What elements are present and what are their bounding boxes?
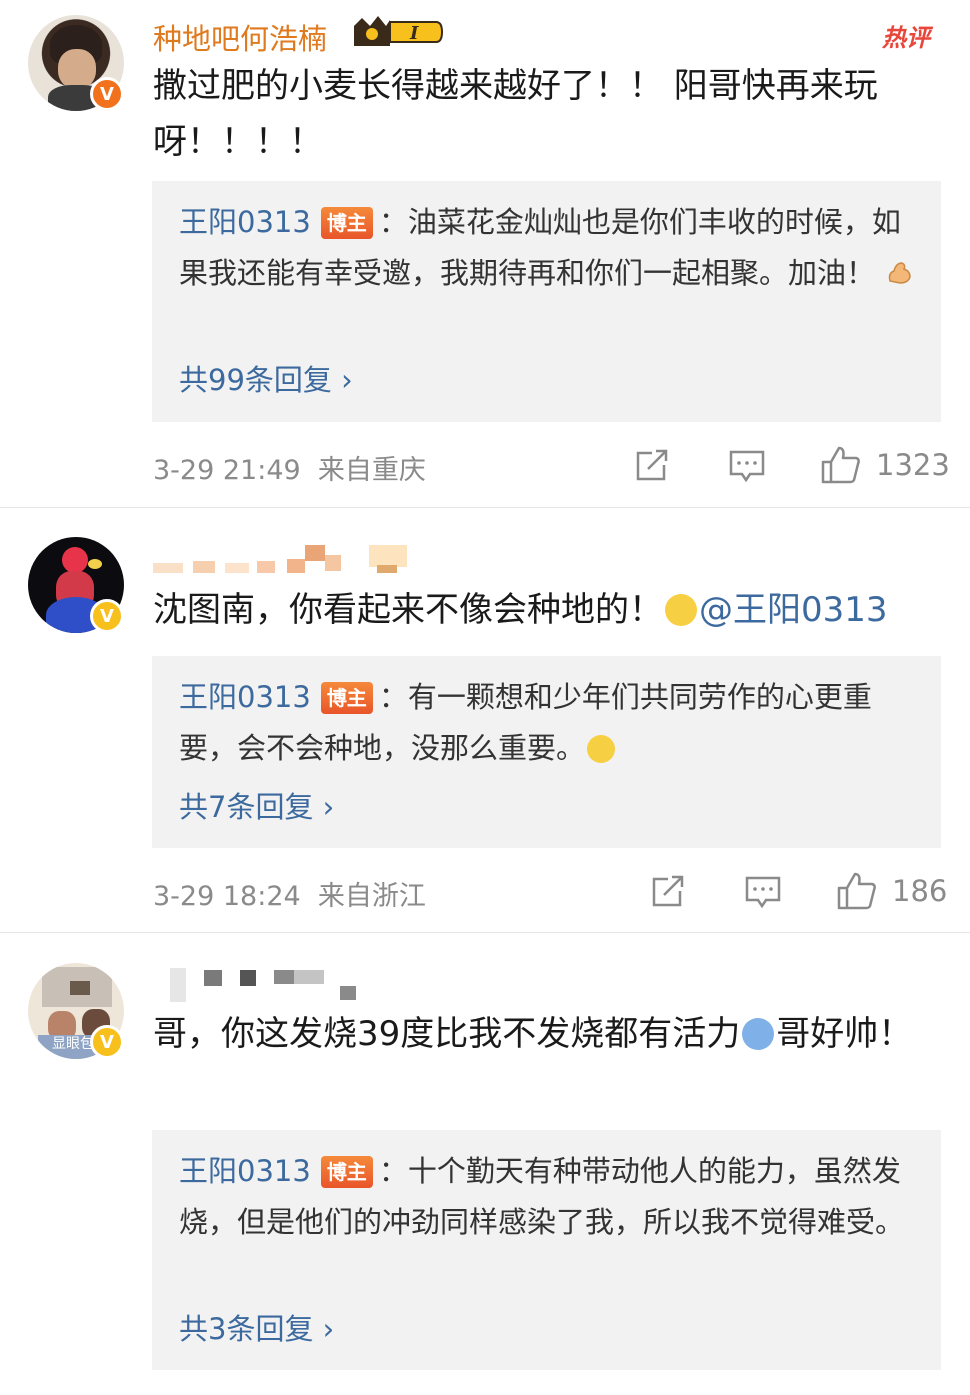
share-icon	[652, 875, 684, 907]
view-replies-link[interactable]: 共7条回复 ›	[179, 784, 334, 826]
svg-text:I: I	[409, 23, 419, 44]
reply-button[interactable]	[744, 873, 782, 911]
divider	[0, 932, 970, 933]
grinning-emoji-icon	[587, 735, 616, 763]
avatar[interactable]: V	[28, 15, 124, 111]
reply-username[interactable]: 王阳0313	[179, 680, 311, 714]
host-badge: 博主	[320, 682, 373, 714]
location: 来自重庆	[317, 455, 426, 486]
reply-button[interactable]	[728, 447, 766, 485]
comment-text: 沈图南，你看起来不像会种地的！ @王阳0313	[153, 590, 888, 630]
like-icon	[821, 446, 860, 484]
comment-text: 撒过肥的小麦长得越来越好了！！ 阳哥快再来玩呀！！！！	[153, 66, 878, 162]
share-button[interactable]	[634, 447, 670, 483]
flexed-biceps-icon	[884, 252, 914, 284]
divider	[0, 507, 970, 508]
reply-box[interactable]: 王阳0313 博主 ：油菜花金灿灿也是你们丰收的时候，如果我还能有幸受邀，我期待再和…	[152, 181, 941, 422]
timestamp: 3-29 21:49	[153, 455, 301, 486]
reply-username[interactable]: 王阳0313	[179, 205, 311, 239]
sweating-emoji-icon	[742, 1018, 775, 1050]
verified-icon: V	[90, 1025, 124, 1059]
like-button[interactable]: 186	[836, 870, 947, 912]
comment-meta: 3-29 18:24 来自浙江	[153, 874, 426, 913]
view-replies-link[interactable]: 共99条回复 ›	[179, 357, 353, 399]
host-badge: 博主	[320, 207, 373, 239]
comment-item: V 种地吧何浩楠 I 热评 撒过肥的小麦长得越来越好了！！ 阳哥快再来玩呀！！！…	[0, 0, 970, 508]
share-icon	[636, 449, 668, 481]
avatar-caption: 显眼包	[52, 1036, 94, 1052]
location: 来自浙江	[317, 881, 426, 912]
verified-icon: V	[90, 599, 124, 633]
like-icon	[837, 872, 876, 910]
username-blurred	[153, 545, 413, 575]
like-count: 1323	[876, 448, 950, 482]
reply-text: 王阳0313 博主 ：十个勤天有种带动他人的能力，虽然发烧，但是他们的冲劲同样感染了…	[179, 1154, 905, 1239]
comment-meta: 3-29 21:49 来自重庆	[153, 448, 426, 487]
thinking-emoji-icon	[665, 594, 697, 626]
share-button[interactable]	[650, 873, 686, 909]
comment-text: 哥，你这发烧39度比我不发烧都有活力 哥好帅！	[153, 1014, 913, 1054]
reply-box[interactable]: 王阳0313 博主 ：十个勤天有种带动他人的能力，虽然发烧，但是他们的冲劲同样感染了…	[152, 1130, 941, 1370]
reply-text: 王阳0313 博主 ：油菜花金灿灿也是你们丰收的时候，如果我还能有幸受邀，我期待再和…	[179, 197, 919, 299]
view-replies-link[interactable]: 共3条回复 ›	[179, 1306, 334, 1348]
timestamp: 3-29 18:24	[153, 881, 301, 912]
mention-link[interactable]: @王阳0313	[699, 590, 888, 630]
username-blurred	[170, 968, 370, 1002]
comment-icon	[745, 876, 781, 909]
hot-comment-badge: 热评	[882, 24, 930, 52]
avatar[interactable]: 显眼包 V	[28, 963, 124, 1059]
fan-level-badge: I	[352, 14, 444, 50]
comment-icon	[729, 450, 765, 483]
username[interactable]: 种地吧何浩楠	[153, 16, 327, 58]
avatar[interactable]: V	[28, 537, 124, 633]
reply-text: 王阳0313 博主 ：有一颗想和少年们共同劳作的心更重要，会不会种地，没那么重要。	[179, 680, 872, 765]
verified-icon: V	[90, 77, 124, 111]
host-badge: 博主	[320, 1156, 373, 1188]
like-button[interactable]: 1323	[820, 444, 950, 486]
like-count: 186	[892, 874, 948, 908]
reply-username[interactable]: 王阳0313	[179, 1154, 311, 1188]
reply-box[interactable]: 王阳0313 博主 ：有一颗想和少年们共同劳作的心更重要，会不会种地，没那么重要。 …	[152, 656, 941, 848]
crown-icon: I	[354, 16, 444, 46]
